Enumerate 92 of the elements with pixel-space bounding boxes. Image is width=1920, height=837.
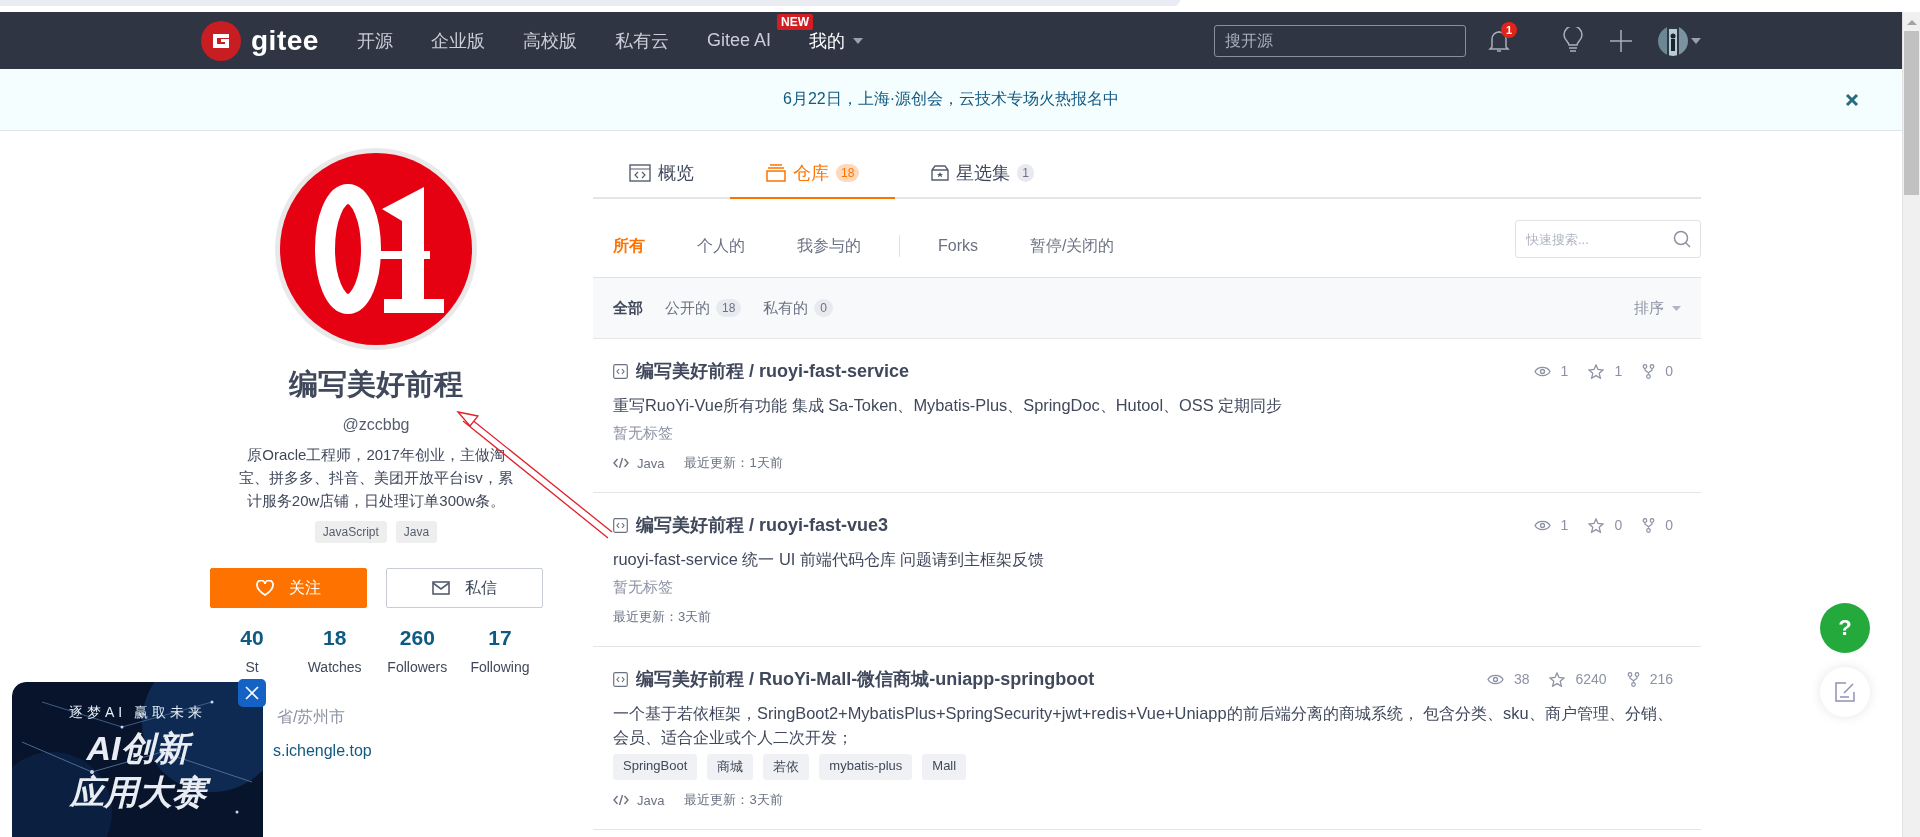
nav-link[interactable]: 高校版 (523, 28, 577, 53)
count-badge: 0 (814, 299, 834, 317)
language-tag[interactable]: JavaScript (314, 521, 387, 543)
new-badge: NEW (777, 14, 813, 30)
filter-tab[interactable]: Forks (938, 237, 978, 255)
eye-icon (1533, 519, 1551, 531)
notification-badge: 1 (1501, 21, 1517, 38)
star-icon (1588, 363, 1605, 379)
username: @zccbbg (342, 416, 410, 434)
repo-icon (613, 671, 628, 687)
quick-search-field[interactable]: 快速搜索... (1515, 220, 1701, 258)
caret-icon (1691, 37, 1701, 44)
stat-count[interactable]: 17 (488, 626, 512, 650)
mail-icon (431, 581, 450, 595)
topic-tag[interactable]: 若依 (763, 754, 810, 780)
edit-icon (1834, 681, 1856, 703)
code-icon (613, 794, 629, 806)
search-icon (1673, 230, 1691, 248)
stat-label[interactable]: Watches (307, 659, 362, 675)
search-field[interactable]: 搜开源 (1214, 24, 1466, 57)
filter-tab[interactable]: 暂停/关闭的 (1030, 235, 1115, 257)
tab[interactable]: 星选集 1 (895, 149, 1071, 199)
star-icon (1549, 671, 1566, 687)
updated-time: 最近更新：3天前 (684, 791, 783, 809)
nav-link[interactable]: 开源 (357, 28, 393, 53)
no-tags-text: 暂无标签 (613, 578, 674, 597)
banner-text[interactable]: 6月22日，上海·源创会，云技术专场火热报名中 (783, 89, 1119, 110)
repo-icon (613, 363, 628, 379)
repo-icon (613, 517, 628, 533)
stat-label[interactable]: Followers (387, 659, 448, 675)
code-icon (613, 457, 629, 469)
no-tags-text: 暂无标签 (613, 424, 674, 443)
topic-tag[interactable]: SpringBoot (613, 754, 698, 780)
stack-icon (766, 164, 786, 182)
eye-icon (1533, 365, 1551, 377)
repo-description: ruoyi-fast-service 统一 UI 前端代码仓库 问题请到主框架反馈 (613, 549, 1046, 570)
language-tag[interactable]: Java (395, 521, 438, 543)
nav-link[interactable]: 企业版 (431, 28, 485, 53)
stat-label[interactable]: Following (470, 659, 530, 675)
close-button[interactable] (238, 679, 266, 707)
ad-headline: AI创新 (78, 726, 197, 770)
profile-name: 编写美好前程 (289, 367, 463, 402)
filter-tab[interactable]: 私有的 0 (763, 298, 834, 318)
website-link[interactable]: s.ichengle.top (273, 742, 372, 760)
filter-tab[interactable]: 公开的 18 (665, 298, 742, 318)
repo-description: 一个基于若依框架，SringBoot2+MybatisPlus+SpringSecurity+jwt+redis+Vue+Uniapp的前后端分离的商城系统， 包含分类、sku、商户管理、分销、会员、适合企业或个人二次开发； (613, 703, 1674, 748)
close-icon[interactable] (1845, 93, 1859, 107)
caret-icon (1672, 305, 1681, 311)
logo-icon[interactable] (201, 20, 241, 61)
count-badge: 18 (836, 164, 860, 182)
fork-icon (1642, 517, 1656, 533)
filter-tab[interactable]: 个人的 (697, 235, 745, 257)
nav-link[interactable]: 私有云 (615, 28, 669, 53)
message-button[interactable]: 私信 (385, 568, 543, 608)
stat-count[interactable]: 18 (322, 626, 347, 650)
count-badge: 1 (1017, 164, 1035, 182)
eye-icon (1486, 673, 1504, 685)
topic-tag[interactable]: mybatis-plus (819, 754, 913, 780)
tab[interactable]: 概览 (593, 149, 730, 199)
stat-label[interactable]: St (245, 659, 259, 675)
updated-time: 最近更新：1天前 (684, 454, 783, 472)
filter-tab[interactable]: 我参与的 (797, 235, 861, 257)
brand-name[interactable]: gitee (251, 24, 319, 57)
caret-icon (853, 37, 864, 44)
star-icon (1588, 517, 1605, 533)
language-label: Java (637, 455, 665, 471)
lightbulb-icon[interactable] (1562, 27, 1584, 54)
stat-count[interactable]: 40 (240, 626, 264, 650)
fork-icon (1626, 671, 1640, 687)
ad-headline: 应用大赛 (61, 770, 214, 814)
repo-title-link[interactable]: 编写美好前程 / RuoYi-Mall-微信商城-uniapp-springboot (636, 667, 1095, 691)
location-text: 省/苏州市 (277, 707, 346, 727)
repo-title-link[interactable]: 编写美好前程 / ruoyi-fast-vue3 (636, 513, 889, 537)
repo-description: 重写RuoYi-Vue所有功能 集成 Sa-Token、Mybatis-Plus、SpringDoc、Hutool、OSS 定期同步 (613, 395, 1284, 416)
topic-tag[interactable]: 商城 (707, 754, 754, 780)
star-box-icon (931, 165, 950, 181)
scrollbar[interactable] (1902, 12, 1920, 837)
filter-tab[interactable]: 全部 (613, 298, 643, 318)
stat-count[interactable]: 260 (399, 626, 435, 650)
nav-link[interactable]: 我的 (809, 28, 864, 53)
count-badge: 18 (716, 299, 742, 317)
repo-title-link[interactable]: 编写美好前程 / ruoyi-fast-service (636, 359, 910, 383)
plus-icon[interactable] (1610, 29, 1632, 52)
heart-icon (255, 580, 274, 596)
code-window-icon (629, 164, 651, 182)
updated-time: 最近更新：3天前 (613, 608, 712, 626)
close-icon (245, 686, 259, 700)
fork-icon (1642, 363, 1656, 379)
bio-text: 原Oracle工程师，2017年创业，主做淘宝、拼多多、抖音、美团开放平台isv，累计服务20w店铺，日处理订单300w条。 (238, 445, 514, 511)
language-label: Java (637, 792, 665, 808)
ad-tagline: 逐梦AI 赢取未来 (68, 704, 207, 722)
topic-tag[interactable]: Mall (922, 754, 967, 780)
